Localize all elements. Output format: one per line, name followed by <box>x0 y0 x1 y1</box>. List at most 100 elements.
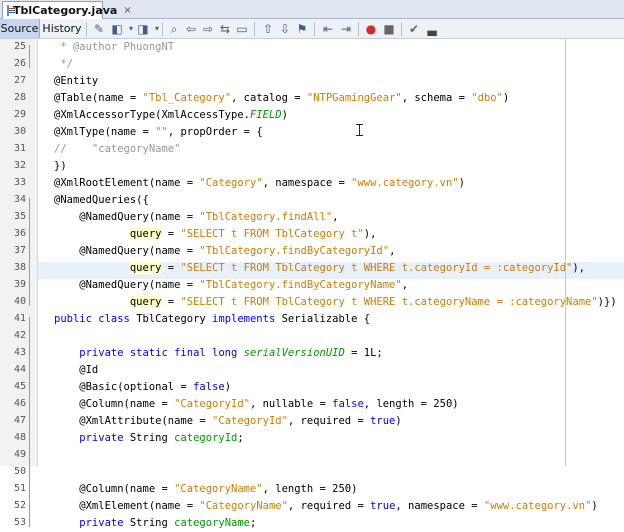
line-number: 46 <box>13 398 26 409</box>
history-mode-button[interactable]: History <box>42 19 82 38</box>
line-number: 33 <box>13 177 26 188</box>
line-number: 52 <box>13 500 26 511</box>
code-token: @author PhuongNT <box>72 41 175 53</box>
code-token: @XmlRootElement(name = <box>54 177 200 189</box>
code-line: @NamedQuery(name = "TblCategory.findByCa… <box>54 277 408 294</box>
code-token: "TblCategory.findByCategoryName" <box>199 279 402 291</box>
line-number: 26 <box>13 58 26 69</box>
code-token: , catalog = <box>231 92 307 104</box>
code-token: ), <box>363 228 377 240</box>
line-number: 36 <box>13 228 26 239</box>
code-line: @NamedQueries({ <box>54 192 149 209</box>
code-token: true <box>370 415 396 427</box>
code-line: public class TblCategory implements Seri… <box>54 311 370 328</box>
stop-macro-icon[interactable]: ■ <box>382 22 396 36</box>
line-number: 49 <box>13 449 26 460</box>
code-token: "CategoryName" <box>199 500 288 512</box>
close-tab-icon[interactable]: × <box>123 5 131 16</box>
previous-bookmark-icon[interactable]: ⇧ <box>261 22 275 36</box>
forward-icon[interactable]: ◨ <box>136 22 150 36</box>
code-token: categoryName <box>174 517 250 529</box>
line-number: 44 <box>13 364 26 375</box>
line-number: 53 <box>13 517 26 528</box>
code-token: @XmlAccessorType(XmlAccessType. <box>54 109 250 121</box>
code-token: @Column(name = <box>54 398 175 410</box>
code-line: @XmlRootElement(name = "Category", names… <box>54 175 465 192</box>
code-token: , schema = <box>401 92 472 104</box>
line-number: 40 <box>13 296 26 307</box>
code-token: @NamedQueries({ <box>54 194 149 206</box>
code-token: private <box>54 517 130 529</box>
code-line: // "categoryName" <box>54 141 180 158</box>
toolbar-separator <box>86 22 87 36</box>
code-token: @Id <box>54 364 99 376</box>
back-icon[interactable]: ◧ <box>110 22 124 36</box>
code-token: , nullable = <box>249 398 333 410</box>
find-previous-icon[interactable]: ⇦ <box>184 22 198 36</box>
code-token: , required = <box>287 415 371 427</box>
last-edit-icon[interactable]: ✎ <box>92 22 106 36</box>
next-bookmark-icon[interactable]: ⇩ <box>278 22 292 36</box>
code-token: @XmlElement(name = <box>54 500 200 512</box>
toggle-highlight-icon[interactable]: ▭ <box>235 22 249 36</box>
code-token: // "categoryName" <box>54 143 181 155</box>
code-token: TblCategory <box>136 313 213 325</box>
code-line: @XmlElement(name = "CategoryName", requi… <box>54 498 598 515</box>
line-number: 35 <box>13 211 26 222</box>
code-token: String <box>129 432 175 444</box>
code-token: @Table(name = <box>54 92 143 104</box>
code-token: "CategoryId" <box>174 398 250 410</box>
toggle-bookmark-icon[interactable]: ⚑ <box>295 22 309 36</box>
code-token: = <box>161 296 181 308</box>
shift-left-icon[interactable]: ⇤ <box>321 22 335 36</box>
code-token: serialVersionUID <box>243 347 345 359</box>
diff-icon[interactable]: ▃ <box>425 22 439 36</box>
line-number: 39 <box>13 279 26 290</box>
code-token: query <box>129 262 162 274</box>
code-editor[interactable]: * @author PhuongNT */ @Entity @Table(name … <box>38 39 624 529</box>
code-line: query = "SELECT t FROM TblCategory t WHE… <box>54 260 585 277</box>
code-token: "SELECT t FROM TblCategory t WHERE t.cat… <box>180 262 573 274</box>
code-line: query = "SELECT t FROM TblCategory t"), <box>54 226 376 243</box>
code-token: * <box>54 41 73 53</box>
source-mode-button[interactable]: Source <box>0 19 40 38</box>
code-token: @XmlType(name = <box>54 126 156 138</box>
code-token: categoryId <box>174 432 238 444</box>
find-icon[interactable]: ⌕ <box>167 22 181 36</box>
line-number-gutter: 25 26 27 28 29 30 31 32 33 34 35 36 37 38 39 40 41 42 43 44… <box>0 39 38 528</box>
code-line: private String categoryId; <box>54 430 243 447</box>
find-next-icon[interactable]: ⇨ <box>201 22 215 36</box>
line-number: 28 <box>13 92 26 103</box>
mouse-ibeam-cursor-icon <box>356 124 364 136</box>
code-token: ) <box>502 92 510 104</box>
code-line: * @author PhuongNT <box>54 39 174 56</box>
check-file-icon[interactable]: ✔ <box>407 22 421 36</box>
code-token: private static final long <box>54 347 244 359</box>
code-line: @Basic(optional = false) <box>54 379 231 396</box>
line-number: 27 <box>13 75 26 86</box>
code-token: = <box>161 228 181 240</box>
code-line: }) <box>54 158 67 175</box>
code-token: "SELECT t FROM TblCategory t WHERE t.cat… <box>180 296 598 308</box>
code-token: */ <box>54 58 73 70</box>
code-line: @XmlAttribute(name = "CategoryId", requi… <box>54 413 401 430</box>
line-number: 32 <box>13 160 26 171</box>
file-tab-tblcategory[interactable]: TblCategory.java × <box>2 1 132 19</box>
code-token: @Column(name = <box>54 483 175 495</box>
code-token: , <box>389 245 396 257</box>
toolbar-separator <box>254 22 255 36</box>
find-selection-icon[interactable]: ⇆ <box>218 22 232 36</box>
line-number: 41 <box>13 313 26 324</box>
shift-right-icon[interactable]: ⇥ <box>339 22 353 36</box>
code-token: "TblCategory.findByCategoryId" <box>199 245 390 257</box>
code-token: ) <box>591 500 598 512</box>
code-token: ) <box>224 381 232 393</box>
code-token: , propOrder = { <box>167 126 263 138</box>
line-number: 38 <box>13 262 26 273</box>
code-token: "TblCategory.findAll" <box>199 211 333 223</box>
line-number: 43 <box>13 347 26 358</box>
file-tab-title: TblCategory.java <box>13 4 118 17</box>
start-macro-icon[interactable]: ● <box>364 22 378 36</box>
